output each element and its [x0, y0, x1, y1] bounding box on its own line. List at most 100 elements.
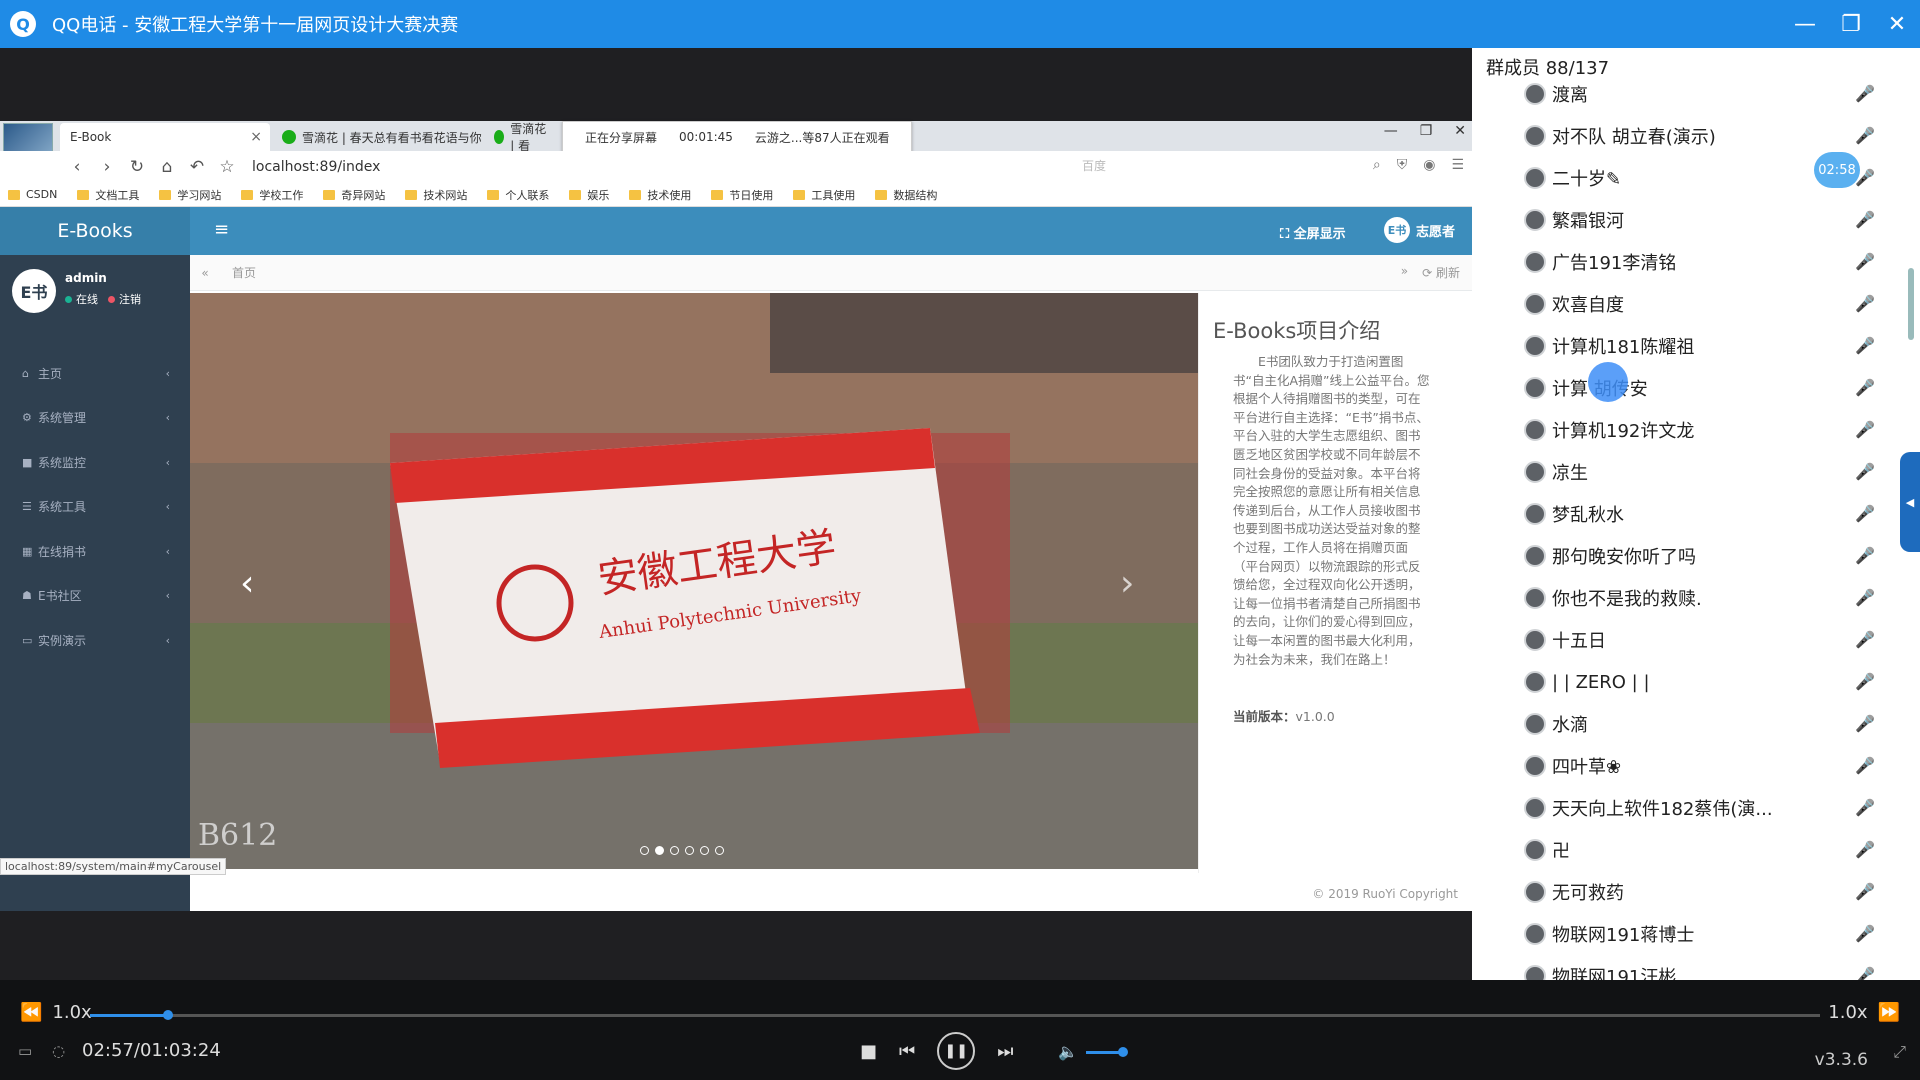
- member-row[interactable]: 繁霜银河: [1524, 202, 1624, 238]
- browser-restore-button[interactable]: ❐: [1420, 123, 1433, 139]
- member-row[interactable]: 梦乱秋水: [1524, 496, 1624, 532]
- volume-icon[interactable]: 🔈: [1058, 1042, 1078, 1061]
- bookmark-item[interactable]: 个人联系: [487, 187, 549, 203]
- mic-muted-icon[interactable]: 🎤: [1855, 462, 1875, 481]
- member-row[interactable]: 那句晚安你听了吗: [1524, 538, 1696, 574]
- tab-ebook[interactable]: E-Book ×: [60, 123, 270, 151]
- app-logo[interactable]: E-Books: [0, 207, 190, 255]
- logout-link[interactable]: 注销: [119, 291, 141, 307]
- scroll-left-icon[interactable]: «: [190, 266, 220, 280]
- carousel-dot[interactable]: [655, 846, 664, 855]
- mic-muted-icon[interactable]: 🎤: [1855, 378, 1875, 397]
- sidebar-item-system-tools[interactable]: ☰ 系统工具 ‹: [0, 484, 190, 528]
- member-row[interactable]: 计算机192许文龙: [1524, 412, 1694, 448]
- mic-muted-icon[interactable]: 🎤: [1855, 504, 1875, 523]
- member-row[interactable]: 物联网191蒋博士: [1524, 916, 1694, 952]
- reload-icon[interactable]: ↻: [122, 157, 152, 177]
- browser-minimize-button[interactable]: —: [1384, 123, 1398, 139]
- member-row[interactable]: 你也不是我的救赎.: [1524, 580, 1702, 616]
- mic-muted-icon[interactable]: 🎤: [1855, 588, 1875, 607]
- progress-handle[interactable]: [162, 1010, 173, 1020]
- home-icon[interactable]: ⌂: [152, 157, 182, 177]
- member-row[interactable]: 水滴: [1524, 706, 1588, 742]
- bookmark-item[interactable]: 娱乐: [569, 187, 609, 203]
- member-row[interactable]: 对不队 胡立春(演示): [1524, 118, 1716, 154]
- extension-icon[interactable]: ◉: [1423, 157, 1435, 173]
- bookmark-item[interactable]: 文档工具: [77, 187, 139, 203]
- member-row[interactable]: 广告191李清铭: [1524, 244, 1676, 280]
- volume-handle[interactable]: [1118, 1047, 1128, 1057]
- mic-muted-icon[interactable]: 🎤: [1855, 924, 1875, 943]
- stop-icon[interactable]: ■: [860, 1041, 877, 1062]
- mic-muted-icon[interactable]: 🎤: [1855, 882, 1875, 901]
- mic-muted-icon[interactable]: 🎤: [1855, 840, 1875, 859]
- member-row[interactable]: 无可救药: [1524, 874, 1624, 910]
- fullscreen-button[interactable]: ⛶ 全屏显示: [1280, 223, 1346, 242]
- bookmark-item[interactable]: CSDN: [8, 188, 57, 201]
- menu-icon[interactable]: ☰: [1451, 157, 1464, 173]
- member-row[interactable]: 计算机181陈耀祖: [1524, 328, 1694, 364]
- bookmark-item[interactable]: 学习网站: [159, 187, 221, 203]
- pause-button[interactable]: ❚❚: [937, 1032, 976, 1070]
- restore-button[interactable]: ❐: [1828, 0, 1874, 48]
- member-row[interactable]: 计算 胡传安: [1524, 370, 1648, 406]
- rewind-icon[interactable]: ⏪: [20, 1002, 42, 1023]
- collapse-panel-icon[interactable]: ◀: [1900, 452, 1920, 552]
- mic-muted-icon[interactable]: 🎤: [1855, 84, 1875, 103]
- member-row[interactable]: 二十岁✎: [1524, 160, 1621, 196]
- sidebar-item-community[interactable]: ☗ E书社区 ‹: [0, 573, 190, 617]
- mic-muted-icon[interactable]: 🎤: [1855, 420, 1875, 439]
- bookmark-item[interactable]: 奇异网站: [323, 187, 385, 203]
- mic-muted-icon[interactable]: 🎤: [1855, 756, 1875, 775]
- member-row[interactable]: 天天向上软件182蔡伟(演...: [1524, 790, 1773, 826]
- member-row[interactable]: 十五日: [1524, 622, 1606, 658]
- back-icon[interactable]: ‹: [62, 157, 92, 177]
- member-row[interactable]: 凉生: [1524, 454, 1588, 490]
- member-row[interactable]: | | ZERO | |: [1524, 664, 1650, 700]
- scroll-right-icon[interactable]: »: [1401, 264, 1408, 281]
- carousel-dot[interactable]: [685, 846, 694, 855]
- progress-bar[interactable]: [90, 1010, 1820, 1020]
- call-timer-badge[interactable]: 02:58: [1814, 152, 1860, 188]
- sidebar-item-system-admin[interactable]: ⚙ 系统管理 ‹: [0, 395, 190, 439]
- minimize-button[interactable]: —: [1782, 0, 1828, 48]
- speed-control-left[interactable]: ⏪ 1.0x: [20, 1002, 92, 1023]
- star-icon[interactable]: ☆: [212, 157, 242, 177]
- mic-muted-icon[interactable]: 🎤: [1855, 252, 1875, 271]
- members-scrollbar[interactable]: [1908, 268, 1914, 340]
- refresh-button[interactable]: ⟳ 刷新: [1422, 264, 1460, 281]
- undo-icon[interactable]: ↶: [182, 157, 212, 177]
- carousel-dot[interactable]: [670, 846, 679, 855]
- carousel-dot[interactable]: [700, 846, 709, 855]
- browser-close-button[interactable]: ✕: [1454, 123, 1466, 139]
- tab-snowdrop-2[interactable]: 雪滴花 | 看: [484, 122, 554, 153]
- carousel-dot[interactable]: [640, 846, 649, 855]
- bookmark-item[interactable]: 学校工作: [241, 187, 303, 203]
- sidebar-item-demo[interactable]: ▭ 实例演示 ‹: [0, 618, 190, 662]
- forward-icon[interactable]: ›: [92, 157, 122, 177]
- mic-muted-icon[interactable]: 🎤: [1855, 336, 1875, 355]
- search-input[interactable]: 百度: [1082, 157, 1362, 177]
- bookmark-item[interactable]: 技术使用: [629, 187, 691, 203]
- folder-icon[interactable]: ▭: [18, 1042, 32, 1060]
- speed-control-right[interactable]: 1.0x ⏩: [1828, 1002, 1900, 1023]
- mic-muted-icon[interactable]: 🎤: [1855, 294, 1875, 313]
- mic-muted-icon[interactable]: 🎤: [1855, 672, 1875, 691]
- member-row[interactable]: 四叶草❀: [1524, 748, 1621, 784]
- sidebar-item-system-monitor[interactable]: ■ 系统监控 ‹: [0, 440, 190, 484]
- tab-snowdrop[interactable]: 雪滴花 | 春天总有看书看花语与你: [272, 123, 482, 151]
- mic-muted-icon[interactable]: 🎤: [1855, 714, 1875, 733]
- expand-icon[interactable]: ⤢: [1893, 1042, 1906, 1062]
- shield-icon[interactable]: ⛨: [1397, 157, 1408, 173]
- close-button[interactable]: ✕: [1874, 0, 1920, 48]
- member-row[interactable]: 欢喜自度: [1524, 286, 1624, 322]
- mic-muted-icon[interactable]: 🎤: [1855, 630, 1875, 649]
- menu-toggle-icon[interactable]: ≡: [214, 219, 229, 240]
- member-row[interactable]: 卍: [1524, 832, 1570, 868]
- bookmark-item[interactable]: 节日使用: [711, 187, 773, 203]
- next-icon[interactable]: ⏭: [997, 1041, 1013, 1062]
- url-field[interactable]: localhost:89/index: [252, 159, 380, 175]
- member-row[interactable]: 渡离: [1524, 76, 1588, 112]
- fast-forward-icon[interactable]: ⏩: [1878, 1002, 1900, 1023]
- carousel-prev-icon[interactable]: ‹: [240, 563, 254, 604]
